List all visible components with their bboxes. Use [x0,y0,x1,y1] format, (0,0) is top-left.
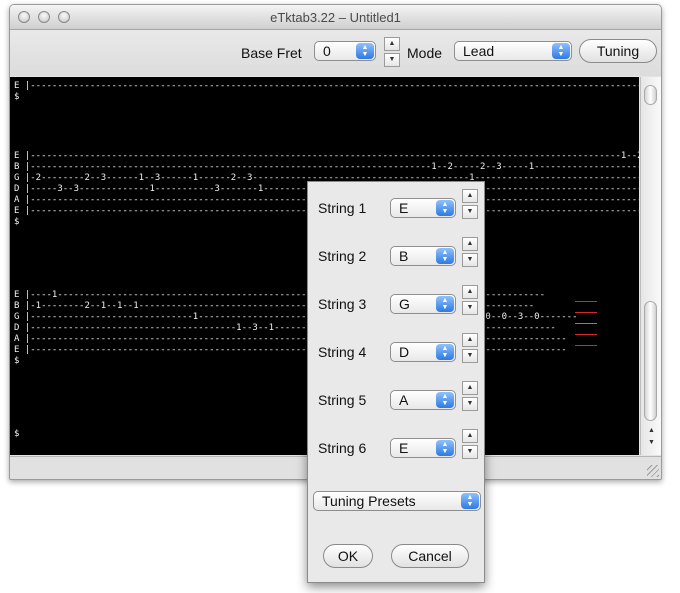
tab-line: $ [14,217,20,227]
mode-select[interactable]: Lead ▲ ▼ [454,41,572,61]
popup-arrows-icon: ▲ ▼ [436,440,454,456]
string-tuning-select[interactable]: E ▲ ▼ [390,438,456,458]
scroll-down-icon[interactable]: ▼ [641,439,661,446]
tab-position-marker [575,345,597,346]
string-stepper[interactable]: ▲ ▼ [462,189,478,219]
string-stepper[interactable]: ▲ ▼ [462,285,478,315]
string-label: String 3 [318,296,367,312]
tuning-presets-value: Tuning Presets [322,493,416,509]
mode-label: Mode [407,45,443,61]
scrollbar-thumb[interactable] [644,301,657,421]
tuning-presets-select[interactable]: Tuning Presets ▲ ▼ [313,491,481,511]
stepper-up-icon[interactable]: ▲ [462,285,478,299]
base-fret-value: 0 [323,43,331,59]
popup-arrows-icon: ▲ ▼ [436,344,454,360]
mode-value: Lead [463,43,495,59]
tab-position-marker [575,312,597,313]
stepper-up-icon[interactable]: ▲ [462,381,478,395]
base-fret-label: Base Fret [241,45,302,61]
tab-line: $ [14,356,20,366]
string-tuning-select[interactable]: A ▲ ▼ [390,390,456,410]
vertical-scrollbar[interactable]: ▲ ▼ [640,77,661,455]
tab-line: E |-------------------------------------… [14,81,639,91]
stepper-down-icon[interactable]: ▼ [462,205,478,219]
tuning-dialog: Tuning Presets ▲ ▼ OK Cancel String 1 E ▲ ▼ ▲… [307,181,485,583]
tuning-button[interactable]: Tuning [579,39,657,63]
tab-line: G |------------------------------1------… [14,312,578,322]
resize-grip-icon[interactable] [647,465,659,477]
string-label: String 6 [318,440,367,456]
popup-arrows-icon: ▲ ▼ [436,392,454,408]
stepper-down-icon[interactable]: ▼ [462,397,478,411]
base-fret-select[interactable]: 0 ▲ ▼ [314,41,376,61]
popup-arrows-icon: ▲ ▼ [436,296,454,312]
popup-arrows-icon: ▲ ▼ [552,43,570,59]
stepper-up-icon[interactable]: ▲ [462,429,478,443]
base-fret-stepper[interactable]: ▲ ▼ [384,37,400,67]
string-label: String 5 [318,392,367,408]
string-tuning-value: A [399,392,409,408]
stepper-down-icon[interactable]: ▼ [462,349,478,363]
string-label: String 1 [318,200,367,216]
scrollbar-top-cap [644,85,657,105]
tab-line: E |-------------------------------------… [14,151,639,161]
string-tuning-value: B [399,248,409,264]
scroll-up-icon[interactable]: ▲ [641,427,661,434]
string-tuning-value: G [399,296,410,312]
stepper-up-icon[interactable]: ▲ [462,333,478,347]
stepper-up-icon[interactable]: ▲ [462,189,478,203]
string-tuning-value: E [399,200,409,216]
cancel-button[interactable]: Cancel [391,544,469,568]
stepper-down-icon[interactable]: ▼ [462,253,478,267]
string-stepper[interactable]: ▲ ▼ [462,429,478,459]
stepper-down-icon[interactable]: ▼ [384,53,400,67]
popup-arrows-icon: ▲ ▼ [436,200,454,216]
string-label: String 2 [318,248,367,264]
tab-line: $ [14,429,20,439]
popup-arrows-icon: ▲ ▼ [356,43,374,59]
ok-button[interactable]: OK [323,544,373,568]
string-tuning-select[interactable]: E ▲ ▼ [390,198,456,218]
stepper-up-icon[interactable]: ▲ [384,37,400,51]
string-tuning-value: D [399,344,410,360]
tab-line: B |-------------------------------------… [14,162,639,172]
string-label: String 4 [318,344,367,360]
tab-position-marker [575,301,597,302]
stepper-up-icon[interactable]: ▲ [462,237,478,251]
string-tuning-select[interactable]: G ▲ ▼ [390,294,456,314]
tab-position-marker [575,323,597,324]
string-tuning-value: E [399,440,409,456]
popup-arrows-icon: ▲ ▼ [461,493,479,509]
title-bar: eTktab3.22 – Untitled1 [10,5,661,30]
string-tuning-select[interactable]: B ▲ ▼ [390,246,456,266]
tab-line: $ [14,92,20,102]
popup-arrows-icon: ▲ ▼ [436,248,454,264]
string-stepper[interactable]: ▲ ▼ [462,381,478,411]
toolbar: Base Fret 0 ▲ ▼ ▲ ▼ Mode Lead ▲ ▼ Tuning [10,30,661,76]
string-tuning-select[interactable]: D ▲ ▼ [390,342,456,362]
window-title: eTktab3.22 – Untitled1 [270,10,401,25]
string-stepper[interactable]: ▲ ▼ [462,237,478,267]
string-stepper[interactable]: ▲ ▼ [462,333,478,363]
stepper-down-icon[interactable]: ▼ [462,301,478,315]
tab-position-marker [575,334,597,335]
stepper-down-icon[interactable]: ▼ [462,445,478,459]
